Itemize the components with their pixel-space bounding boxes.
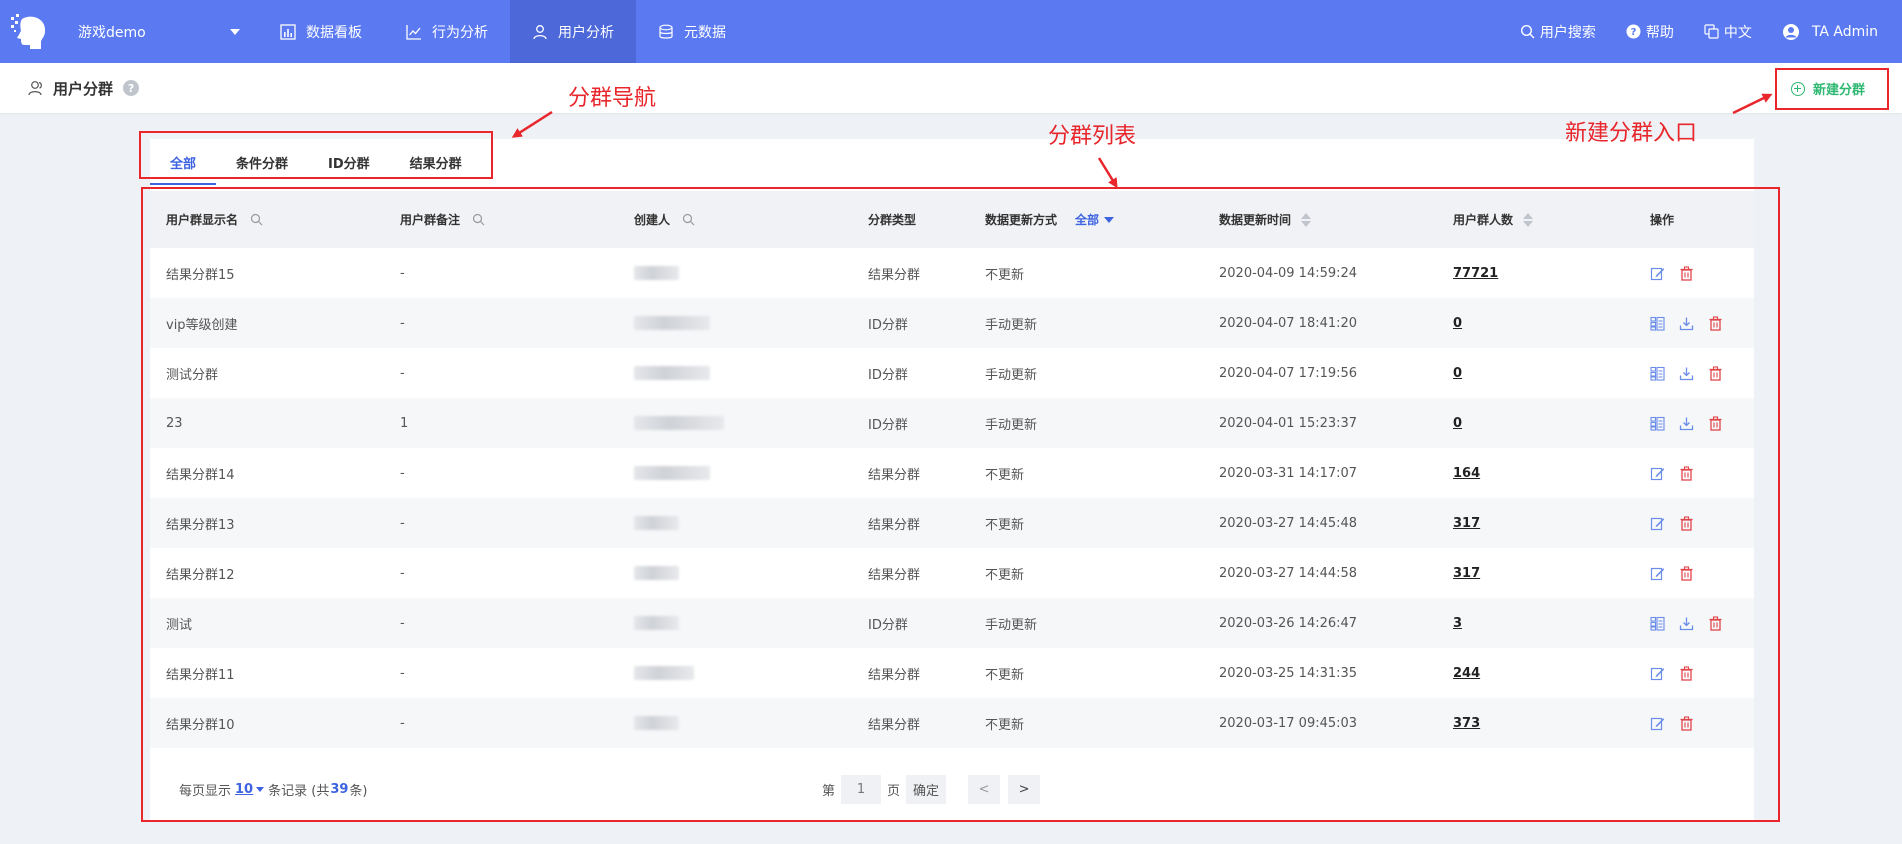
logo[interactable] (8, 11, 50, 53)
nav-dashboard[interactable]: 数据看板 (258, 0, 384, 63)
svg-text:?: ? (1630, 27, 1636, 38)
nav-behavior[interactable]: 行为分析 (384, 0, 510, 63)
help-label: 帮助 (1645, 24, 1674, 41)
help-icon[interactable]: ? (123, 80, 140, 96)
annotation-box-nav (139, 131, 493, 179)
user-name: TA Admin (1811, 23, 1878, 40)
user-search-label: 用户搜索 (1539, 24, 1596, 41)
chevron-down-icon (230, 28, 240, 35)
project-selector[interactable]: 游戏demo (78, 22, 248, 42)
user-search-link[interactable]: 用户搜索 (1520, 22, 1596, 42)
arrow-icon (511, 110, 553, 138)
language-label: 中文 (1723, 24, 1752, 41)
help-link[interactable]: ? 帮助 (1626, 22, 1674, 42)
nav-label: 元数据 (684, 24, 726, 41)
nav-label: 行为分析 (432, 24, 488, 41)
search-icon (1520, 24, 1535, 39)
nav-metadata[interactable]: 元数据 (636, 0, 748, 63)
page-header: 用户分群 ? 新建分群 (0, 63, 1902, 113)
nav-label: 数据看板 (306, 24, 362, 41)
annotation-nav-label: 分群导航 (568, 86, 657, 111)
nav-label: 用户分析 (558, 24, 614, 41)
user-avatar-icon (1782, 23, 1799, 40)
annotation-box-entry (1775, 68, 1889, 110)
page-title: 用户分群 (53, 79, 114, 98)
line-chart-icon (406, 24, 421, 40)
database-icon (659, 24, 673, 39)
project-name: 游戏demo (78, 24, 146, 41)
annotation-entry-label: 新建分群入口 (1565, 121, 1698, 146)
annotation-box-list (141, 187, 1780, 822)
right-nav: 用户搜索 ? 帮助 中文 TA Admin (1520, 0, 1902, 63)
annotation-list-label: 分群列表 (1048, 124, 1137, 149)
user-group-icon (28, 80, 42, 95)
main-nav: 数据看板 行为分析 用户分析 元数据 (258, 0, 748, 63)
logo-head-icon (11, 13, 46, 49)
user-icon (533, 24, 547, 39)
nav-user-analysis[interactable]: 用户分析 (510, 0, 636, 63)
translate-icon (1704, 24, 1719, 39)
top-navbar: 游戏demo 数据看板 行为分析 用户分析 元数据 用户搜索 ? 帮助 中文 T… (0, 0, 1902, 63)
bar-chart-icon (280, 23, 296, 40)
language-switch[interactable]: 中文 (1704, 22, 1752, 42)
help-circle-icon: ? (1626, 24, 1641, 39)
user-menu[interactable]: TA Admin (1782, 23, 1878, 41)
